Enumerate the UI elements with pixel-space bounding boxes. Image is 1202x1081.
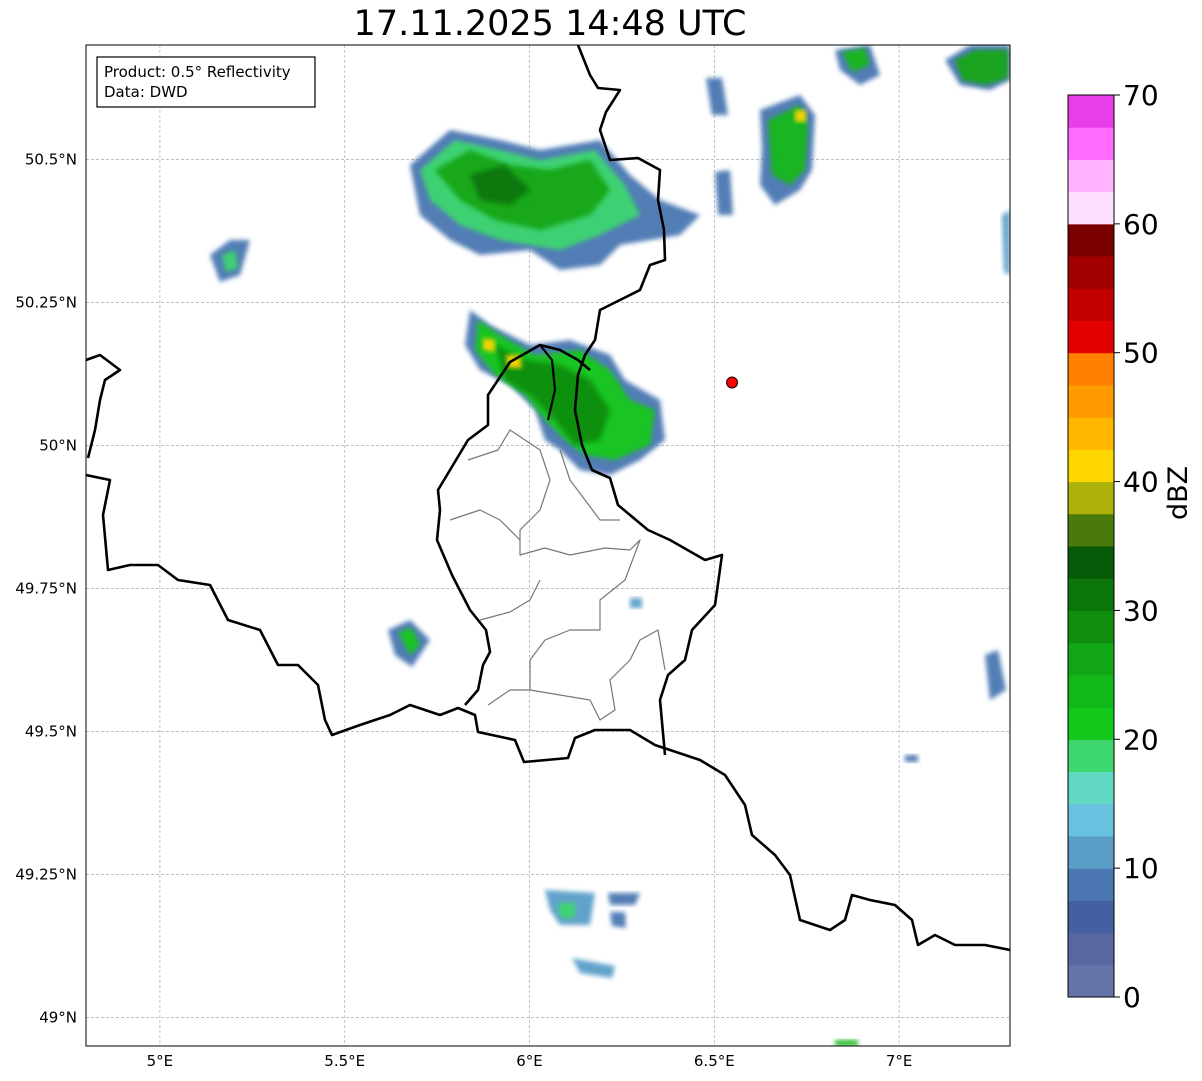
echo-small: [715, 170, 733, 215]
y-tick-label: 50°N: [39, 436, 77, 454]
colorbar-tick-label: 40: [1123, 466, 1159, 499]
echo-small: [630, 598, 642, 608]
echo-small: [985, 650, 1006, 700]
y-tick-label: 49.5°N: [25, 722, 77, 740]
colorbar-swatch: [1068, 932, 1114, 966]
colorbar: 0 10 20 30 40 50 60 70: [1067, 79, 1159, 1014]
y-tick-label: 50.5°N: [25, 150, 77, 168]
x-tick-label: 7°E: [886, 1052, 913, 1070]
colorbar-swatch: [1068, 546, 1114, 579]
colorbar-swatch: [1068, 900, 1114, 934]
y-tick-label: 49.75°N: [15, 579, 77, 597]
colorbar-swatch: [1068, 320, 1114, 354]
colorbar-swatch: [1068, 513, 1114, 547]
info-box: Product: 0.5° Reflectivity Data: DWD: [96, 56, 316, 108]
district-border: [479, 579, 541, 621]
echo-small: [835, 1040, 858, 1046]
colorbar-swatch: [1068, 610, 1114, 644]
echo-small: [558, 903, 575, 918]
colorbar-swatch: [1068, 835, 1114, 869]
echo-small: [572, 958, 615, 978]
x-tick-label: 6.5°E: [694, 1052, 735, 1070]
colorbar-tick-label: 60: [1123, 208, 1159, 241]
colorbar-swatch: [1068, 159, 1114, 193]
colorbar-swatch: [1068, 642, 1114, 676]
colorbar-swatch: [1068, 771, 1114, 805]
colorbar-swatch: [1068, 803, 1114, 837]
y-tick-label: 49°N: [39, 1008, 77, 1026]
echo-core: [795, 110, 806, 122]
colorbar-swatch: [1068, 707, 1114, 740]
district-border: [487, 689, 530, 706]
colorbar-swatch: [1068, 449, 1114, 483]
echo-small: [610, 912, 626, 928]
colorbar-swatch: [1068, 964, 1114, 998]
colorbar-swatch: [1068, 127, 1114, 160]
colorbar-swatch: [1068, 481, 1114, 515]
colorbar-label: dBZ: [1163, 465, 1194, 520]
colorbar-swatch: [1068, 384, 1114, 418]
echo-core: [483, 338, 495, 352]
echo-small: [905, 755, 918, 762]
colorbar-swatch: [1068, 288, 1114, 321]
colorbar-swatch: [1068, 223, 1114, 257]
reflectivity-echoes: [210, 45, 1010, 1046]
colorbar-tick-label: 20: [1123, 723, 1159, 756]
x-tick-label: 6°E: [516, 1052, 543, 1070]
echo-small: [1002, 210, 1010, 275]
info-product: Product: 0.5° Reflectivity: [104, 63, 291, 81]
colorbar-swatch: [1068, 739, 1114, 772]
radar-site-marker: [726, 376, 739, 389]
colorbar-tick-label: 10: [1123, 852, 1159, 885]
district-border: [449, 509, 521, 541]
colorbar-swatch: [1068, 352, 1114, 386]
colorbar-swatch: [1068, 417, 1114, 450]
colorbar-swatch: [1068, 674, 1114, 708]
colorbar-swatch: [1068, 578, 1114, 611]
district-border: [467, 429, 666, 721]
colorbar-tick-label: 30: [1123, 594, 1159, 627]
radar-map: 5°E 5.5°E 6°E 6.5°E 7°E 49°N 49.25°N 49.5°N 49.7…: [15, 44, 1159, 1070]
y-tick-label: 50.25°N: [15, 293, 77, 311]
echo-small: [706, 78, 728, 115]
axis-ticks: 5°E 5.5°E 6°E 6.5°E 7°E 49°N 49.25°N 49.5°N 49.7…: [15, 150, 912, 1070]
border-france: [86, 473, 1010, 952]
y-tick-label: 49.25°N: [15, 865, 77, 883]
colorbar-tick-label: 70: [1123, 79, 1159, 112]
colorbar-tick-label: 50: [1123, 337, 1159, 370]
x-tick-label: 5.5°E: [324, 1052, 365, 1070]
x-tick-label: 5°E: [147, 1052, 174, 1070]
border-belgium-west: [86, 353, 122, 459]
colorbar-tick-label: 0: [1123, 981, 1141, 1014]
colorbar-swatch: [1068, 256, 1114, 289]
echo-small: [608, 893, 640, 905]
info-data-source: Data: DWD: [104, 83, 188, 101]
colorbar-swatch: [1068, 191, 1114, 225]
colorbar-swatch: [1068, 95, 1114, 128]
colorbar-swatch: [1068, 868, 1114, 901]
